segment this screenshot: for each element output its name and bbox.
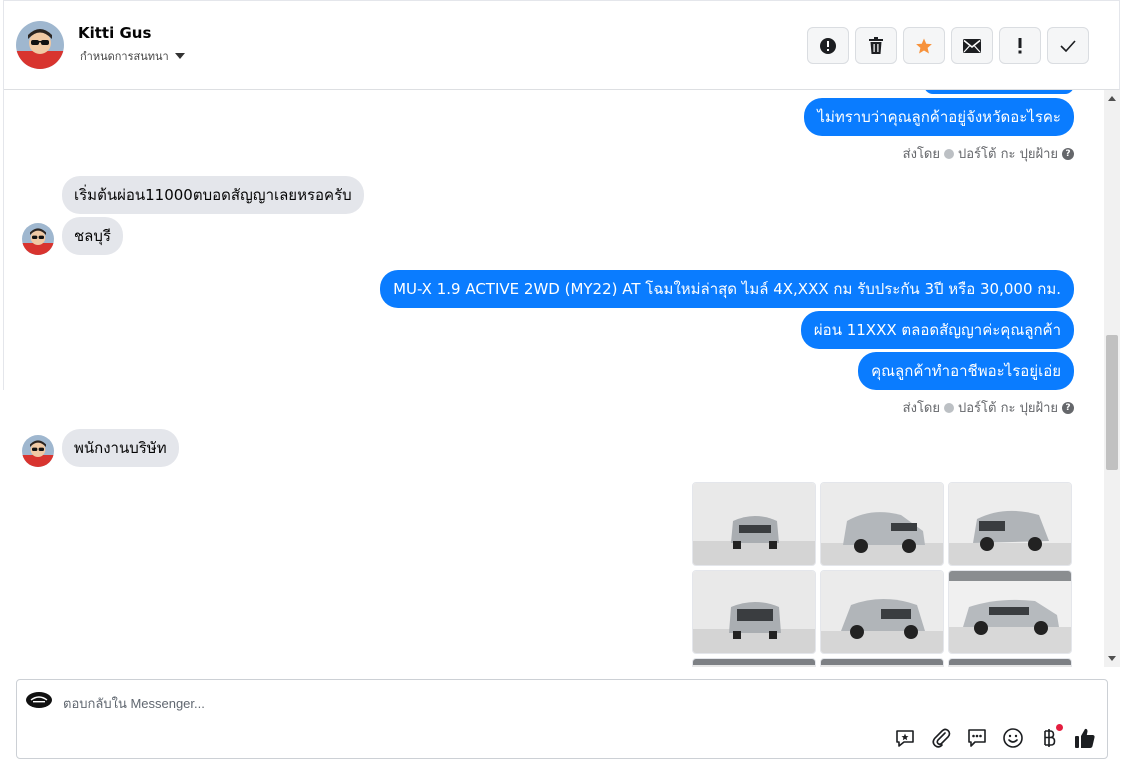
message-composer <box>16 679 1108 759</box>
photo-gallery <box>692 482 1074 667</box>
chat-button[interactable] <box>965 726 989 750</box>
trash-icon <box>869 36 883 54</box>
car-photo[interactable] <box>692 658 816 667</box>
done-button[interactable] <box>1047 27 1089 64</box>
message-thread[interactable]: ไม่ทราบว่าคุณลูกค้าอยู่จังหวัดอะไรคะ ส่ง… <box>4 90 1104 667</box>
check-icon <box>1060 39 1076 52</box>
car-photo[interactable] <box>948 482 1072 566</box>
reply-input[interactable] <box>63 690 963 716</box>
report-button[interactable] <box>807 27 849 64</box>
alert-circle-icon <box>820 37 836 54</box>
envelope-icon <box>963 38 981 53</box>
contact-name: Kitti Gus <box>78 24 152 42</box>
important-button[interactable] <box>999 27 1041 64</box>
contact-avatar-small <box>22 223 54 255</box>
sender-name: ปอร์โต้ กะ ปุยฝ้าย <box>958 147 1058 162</box>
car-photo[interactable] <box>820 570 944 654</box>
help-icon[interactable]: ? <box>1062 147 1074 160</box>
outgoing-message: คุณลูกค้าทำอาชีพอะไรอยู่เอ่ย <box>858 352 1074 390</box>
star-icon <box>916 38 932 53</box>
mail-button[interactable] <box>951 27 993 64</box>
sent-by-label: ส่งโดย <box>902 147 940 162</box>
assign-conversation-dropdown[interactable]: กำหนดการสนทนา <box>80 47 185 65</box>
thread-scrollbar[interactable] <box>1104 90 1120 667</box>
outgoing-message: MU-X 1.9 ACTIVE 2WD (MY22) AT โฉมใหม่ล่า… <box>380 270 1074 308</box>
messenger-inbox: Kitti Gus กำหนดการสนทนา ไม่ทราบว่าคุณลูก… <box>0 0 1126 761</box>
outgoing-message: ไม่ทราบว่าคุณลูกค้าอยู่จังหวัดอะไรคะ <box>804 98 1074 136</box>
smiley-icon <box>1003 728 1023 748</box>
scrollbar-thumb[interactable] <box>1106 335 1118 470</box>
contact-avatar-small <box>22 435 54 467</box>
emoji-button[interactable] <box>1001 726 1025 750</box>
car-photo[interactable] <box>692 570 816 654</box>
paperclip-icon <box>932 728 951 748</box>
payment-button[interactable] <box>1037 724 1063 750</box>
sent-by-label: ส่งโดย <box>902 401 940 416</box>
star-button[interactable] <box>903 27 945 64</box>
scroll-up-arrow-icon[interactable] <box>1108 96 1116 101</box>
thumbs-up-icon <box>1075 728 1095 748</box>
sent-by-note: ส่งโดย ปอร์โต้ กะ ปุยฝ้าย ? <box>903 397 1074 418</box>
scroll-down-arrow-icon[interactable] <box>1108 656 1116 661</box>
notification-dot <box>1056 724 1063 731</box>
car-photo[interactable] <box>948 570 1072 654</box>
sent-by-note: ส่งโดย ปอร์โต้ กะ ปุยฝ้าย ? <box>903 143 1074 164</box>
car-photo[interactable] <box>820 482 944 566</box>
attach-button[interactable] <box>929 726 953 750</box>
delete-button[interactable] <box>855 27 897 64</box>
contact-avatar[interactable] <box>16 21 64 69</box>
incoming-message: พนักงานบริษัท <box>62 429 179 467</box>
chat-bubble-icon <box>968 729 986 747</box>
conversation-actions <box>807 27 1089 64</box>
help-icon[interactable]: ? <box>1062 401 1074 414</box>
incoming-message: เริ่มต้นผ่อน11000ตบอดสัญญาเลยหรอครับ <box>62 176 364 214</box>
caret-down-icon <box>174 53 185 59</box>
car-photo[interactable] <box>820 658 944 667</box>
sender-name: ปอร์โต้ กะ ปุยฝ้าย <box>958 401 1058 416</box>
page-logo <box>25 690 53 710</box>
conversation-header: Kitti Gus กำหนดการสนทนา <box>4 0 1120 90</box>
car-photo[interactable] <box>692 482 816 566</box>
outgoing-message-partial <box>924 90 1074 94</box>
sticker-reply-icon <box>896 730 914 747</box>
assign-conversation-label: กำหนดการสนทนา <box>80 50 169 63</box>
saved-reply-button[interactable] <box>893 726 917 750</box>
exclamation-icon <box>1018 37 1022 53</box>
like-button[interactable] <box>1073 726 1097 750</box>
composer-tools <box>893 724 1097 750</box>
car-photo[interactable] <box>948 658 1072 667</box>
verified-icon <box>944 148 954 159</box>
verified-icon <box>944 402 954 413</box>
outgoing-message: ผ่อน 11XXX ตลอดสัญญาค่ะคุณลูกค้า <box>800 311 1074 349</box>
incoming-message: ชลบุรี <box>62 217 123 255</box>
